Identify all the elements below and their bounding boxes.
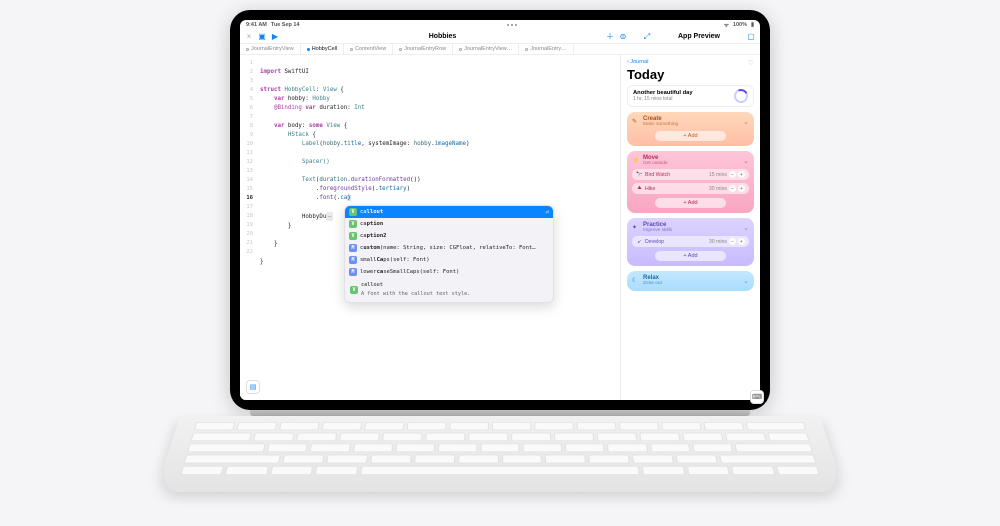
multitask-dots[interactable] — [507, 24, 517, 26]
autocomplete-item[interactable]: Vcaption — [345, 218, 553, 230]
autocomplete-item[interactable]: Vcallout⏎ — [345, 206, 553, 218]
plus-button[interactable]: + — [738, 238, 745, 245]
status-time: 9:41 AM — [246, 22, 267, 28]
battery-icon: ▮ — [751, 22, 754, 28]
plus-button[interactable]: + — [738, 171, 745, 178]
favorite-icon[interactable]: ♡ — [748, 59, 754, 67]
preview-title: Today — [627, 67, 754, 82]
status-date: Tue Sep 14 — [271, 22, 300, 28]
today-summary[interactable]: Another beautiful day 1 hr, 15 mins tota… — [627, 85, 754, 107]
tab-journalentryview…[interactable]: JournalEntryView… — [453, 44, 519, 54]
add-button[interactable]: + Add — [655, 251, 725, 261]
add-button[interactable]: + Add — [655, 131, 725, 141]
autocomplete-item[interactable]: MsmallCaps(self: Font) — [345, 254, 553, 266]
tab-hobbycell[interactable]: HobbyCell — [301, 44, 344, 54]
chevron-down-icon[interactable]: ⌄ — [743, 118, 749, 126]
summary-line2: 1 hr, 15 mins total — [633, 96, 731, 102]
screen: 9:41 AM Tue Sep 14 ᯤ 100% ▮ × ▣ ▶ Hobbie… — [240, 20, 760, 400]
chevron-down-icon[interactable]: ⌄ — [743, 224, 749, 232]
autocomplete-item[interactable]: Mcustom(name: String, size: CGFloat, rel… — [345, 242, 553, 254]
activity-row[interactable]: 🔭Bird Watch15 mins−+ — [632, 169, 749, 180]
preview-device-icon[interactable]: ▢ — [746, 32, 756, 42]
run-button[interactable]: ▶ — [270, 32, 280, 42]
ipad-frame: 9:41 AM Tue Sep 14 ᯤ 100% ▮ × ▣ ▶ Hobbie… — [230, 10, 770, 410]
card-move[interactable]: ⚡MoveGet outside⌄🔭Bird Watch15 mins−+⛰Hi… — [627, 151, 754, 213]
battery-pct: 100% — [733, 22, 747, 28]
minus-button[interactable]: − — [729, 171, 736, 178]
plus-button[interactable]: + — [738, 185, 745, 192]
code-area[interactable]: import SwiftUI struct HobbyCell: View { … — [256, 55, 620, 400]
autocomplete-item[interactable]: MlowercaseSmallCaps(self: Font) — [345, 266, 553, 278]
autocomplete-popover[interactable]: Vcallout⏎VcaptionVcaption2Mcustom(name: … — [344, 205, 554, 303]
chevron-down-icon[interactable]: ⌄ — [743, 277, 749, 285]
card-create[interactable]: ✎CreateMake something⌄+ Add — [627, 112, 754, 146]
editor-tabs: JournalEntryViewHobbyCellContentViewJour… — [240, 44, 760, 55]
progress-ring — [732, 87, 750, 105]
tab-journalentryrow[interactable]: JournalEntryRow — [393, 44, 453, 54]
wifi-icon: ᯤ — [724, 21, 729, 29]
line-gutter: 12345678910111213141516171819202122 — [240, 55, 256, 400]
tab-contentview[interactable]: ContentView — [344, 44, 393, 54]
minus-button[interactable]: − — [729, 238, 736, 245]
code-editor[interactable]: 12345678910111213141516171819202122 impo… — [240, 55, 620, 400]
close-icon[interactable]: × — [244, 32, 254, 42]
preview-breadcrumb[interactable]: ‹ Journal — [627, 59, 754, 65]
project-title: Hobbies — [283, 33, 602, 40]
tab-journalentryview[interactable]: JournalEntryView — [240, 44, 301, 54]
app-preview: ♡ ‹ Journal Today Another beautiful day … — [620, 55, 760, 400]
fold-indicator[interactable]: … — [326, 212, 333, 221]
status-bar: 9:41 AM Tue Sep 14 ᯤ 100% ▮ — [240, 20, 760, 30]
keyboard-button[interactable]: ⌨ — [750, 390, 760, 400]
editor-options-button[interactable]: ▤ — [246, 380, 260, 394]
minus-button[interactable]: − — [729, 185, 736, 192]
activity-row[interactable]: ⛰Hike30 mins−+ — [632, 183, 749, 194]
autocomplete-doc: VcalloutA font with the callout text sty… — [345, 278, 553, 302]
activity-row[interactable]: ➹Develop30 mins−+ — [632, 236, 749, 247]
chevron-down-icon[interactable]: ⌄ — [743, 157, 749, 165]
sidebar-toggle-icon[interactable]: ▣ — [257, 32, 267, 42]
tab-journalentry…[interactable]: JournalEntry… — [519, 44, 573, 54]
preview-header: App Preview — [655, 33, 743, 40]
add-button[interactable]: + Add — [655, 198, 725, 208]
magic-keyboard — [156, 416, 845, 492]
toolbar: × ▣ ▶ Hobbies ＋ ⊜ ⤢ App Preview ▢ — [240, 30, 760, 44]
autocomplete-item[interactable]: Vcaption2 — [345, 230, 553, 242]
add-icon[interactable]: ＋ — [605, 32, 615, 42]
settings-icon[interactable]: ⊜ — [618, 32, 628, 42]
card-practice[interactable]: ✦PracticeImprove skills⌄➹Develop30 mins−… — [627, 218, 754, 266]
expand-icon[interactable]: ⤢ — [642, 32, 652, 42]
card-relax[interactable]: ☾RelaxZone out⌄ — [627, 271, 754, 291]
